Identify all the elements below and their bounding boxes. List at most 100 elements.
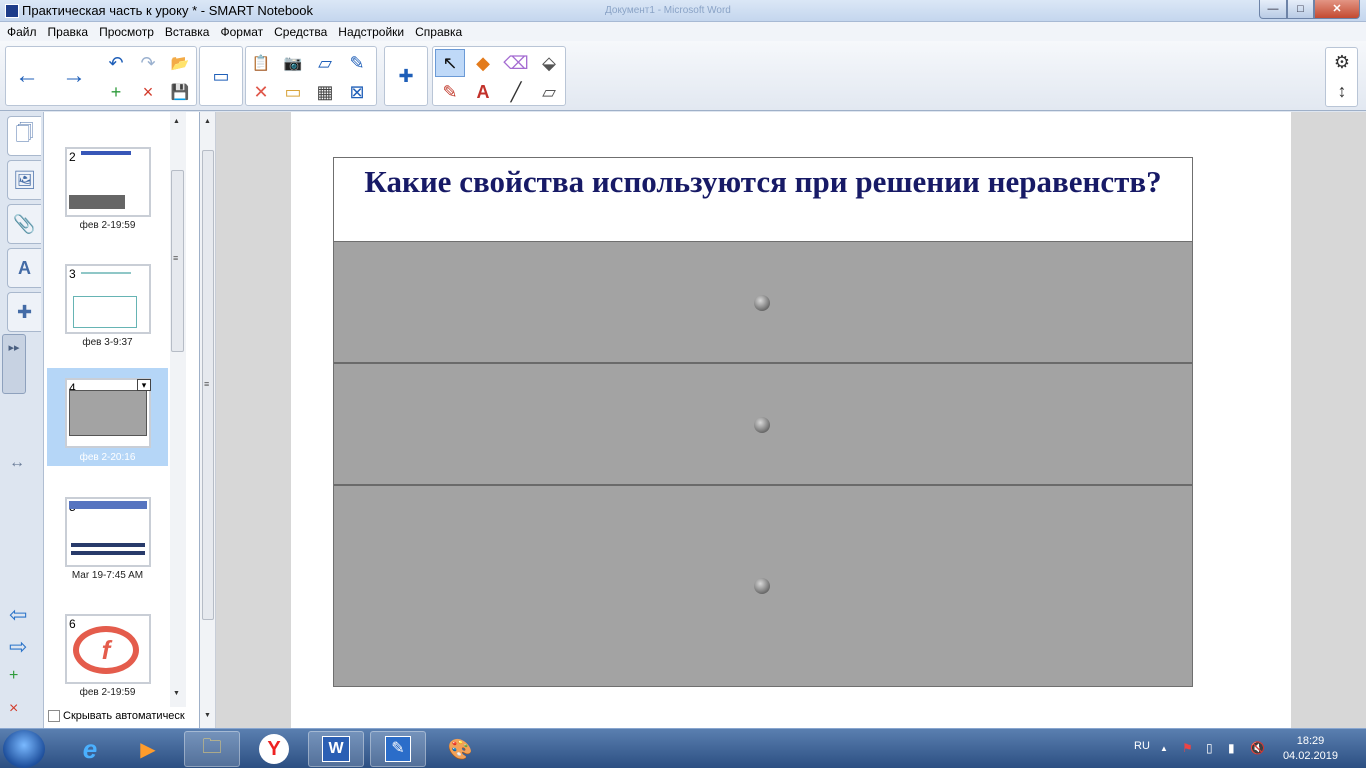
select-tool-button[interactable]: ↖ [435,49,465,77]
text-tool-button[interactable]: A [468,78,498,106]
panel-collapse-handle[interactable]: ▸▸ [2,334,26,394]
delete-button[interactable]: ✕ [246,78,276,106]
paste-button[interactable]: 📋 [246,49,276,77]
canvas-scrollbar-thumb[interactable]: ≡ [202,150,214,620]
clock[interactable]: 18:29 04.02.2019 [1283,734,1338,764]
canvas-scrollbar[interactable]: ▲ ≡ ▼ [200,112,216,728]
toolbar-move-icon[interactable]: ↕ [1327,77,1357,105]
file-explorer-icon[interactable]: 🗀 [184,731,240,767]
hidden-answer-row[interactable] [334,364,1192,486]
page-caption: фев 2-20:16 [79,452,136,463]
panel-resize-icon[interactable]: ↔ [9,454,25,472]
page-thumbnail[interactable]: 6 f фев 2-19:59 [47,609,168,709]
addons-tab-icon[interactable]: ✚ [7,292,41,332]
toolbar-group-tools: ↖ ◆ ⌫ ⬙ ✎ A ╱ ▱ [432,46,566,106]
screen-shade-button[interactable]: ▭ [206,62,236,90]
pull-tab-knob-icon[interactable] [754,417,770,433]
page-thumbnail[interactable]: 2 фев 2-19:59 [47,142,168,242]
open-file-button[interactable]: 📂 [165,49,195,77]
canvas-scroll-grip-icon: ≡ [204,379,210,389]
scroll-grip-icon: ≡ [173,253,179,263]
page-caption: Mar 19-7:45 AM [71,570,144,581]
eraser-tool-button[interactable]: ⌫ [501,49,531,77]
autohide-option[interactable]: Скрывать автоматическ [48,710,185,722]
page-thumbnail-selected[interactable]: 4 ▾ фев 2-20:16 [47,368,168,466]
menu-tools[interactable]: Средства [270,25,334,39]
redo-button[interactable]: ↷ [133,49,163,77]
page-thumbnail[interactable]: 5 Mar 19-7:45 AM [47,492,168,592]
clear-button[interactable]: ⊠ [342,78,372,106]
save-button[interactable]: 💾 [165,78,195,106]
previous-page-arrow-icon[interactable]: ⇦ [9,602,27,628]
language-indicator[interactable]: RU [1134,740,1150,752]
gallery-icon[interactable]: 🖼 [7,160,41,200]
attachments-icon[interactable]: 📎 [7,204,41,244]
recognize-button[interactable]: ✎ [342,49,372,77]
autohide-checkbox[interactable] [48,710,60,722]
paint-icon[interactable]: 🎨 [432,731,488,767]
forward-button[interactable]: → [59,62,89,90]
flag-icon[interactable]: ⚑ [1182,741,1193,755]
pens-tool-button[interactable]: ✎ [435,78,465,106]
menu-view[interactable]: Просмотр [95,25,161,39]
canvas-scroll-up-icon[interactable]: ▲ [204,118,211,125]
notebook-page[interactable]: Какие свойства используются при решении … [291,112,1291,728]
properties-icon[interactable]: A [7,248,41,288]
scanner-button[interactable]: ▱ [310,49,340,77]
next-page-arrow-icon[interactable]: ⇨ [9,634,27,660]
smart-notebook-taskbar-icon[interactable]: ✎ [385,736,411,762]
settings-icon[interactable]: ⚙ [1327,48,1357,76]
menu-edit[interactable]: Правка [44,25,96,39]
toolbar: ← → ↶ + ↷ × 📂 💾 ▭ 📋 📷 ▱ ✎ ✕ ▭ ▦ ⊠ ✚ ↖ ◆ … [0,41,1366,111]
page-number: 2 [69,150,76,164]
smart-notebook-icon [5,4,19,18]
shapes-tool-button[interactable]: ◆ [468,49,498,77]
page-sorter-scrollbar[interactable]: ▲ ≡ ▼ [170,112,186,707]
page-sorter-icon[interactable]: 🗍 [7,116,41,156]
hidden-answer-row[interactable] [334,486,1192,686]
canvas-scroll-down-icon[interactable]: ▼ [204,712,211,719]
scroll-down-icon[interactable]: ▼ [173,690,180,697]
maximize-button[interactable]: □ [1287,0,1314,19]
line-tool-button[interactable]: ╱ [501,78,531,106]
page-thumbnail[interactable]: 3 фев 3-9:37 [47,259,168,359]
menu-help[interactable]: Справка [411,25,469,39]
pull-tab-knob-icon[interactable] [754,578,770,594]
capture-button[interactable]: 📷 [278,49,308,77]
delete-page-button[interactable]: × [133,78,163,106]
volume-muted-icon[interactable]: 🔇 [1250,741,1265,755]
thumbnail-menu-icon[interactable]: ▾ [137,379,151,391]
screen-button[interactable]: ▭ [278,78,308,106]
microsoft-word-icon[interactable]: W [322,736,350,762]
page-caption: фев 2-19:59 [79,220,136,231]
delete-page-icon[interactable]: × [9,700,18,718]
undo-button[interactable]: ↶ [101,49,131,77]
background-window-title: Документ1 - Microsoft Word [605,5,731,16]
toolbar-group-addons: ✚ [384,46,428,106]
table-button[interactable]: ▦ [310,78,340,106]
add-page-button[interactable]: + [101,78,131,106]
minimize-button[interactable]: — [1259,0,1287,19]
menu-insert[interactable]: Вставка [161,25,217,39]
media-player-icon[interactable]: ▶ [120,731,176,767]
pull-tab-knob-icon[interactable] [754,295,770,311]
menu-addons[interactable]: Надстройки [334,25,411,39]
scroll-up-icon[interactable]: ▲ [173,118,180,125]
menu-file[interactable]: Файл [3,25,44,39]
battery-icon[interactable]: ▯ [1206,741,1213,755]
addon-button[interactable]: ✚ [391,62,421,90]
hidden-answer-row[interactable] [334,242,1192,364]
fill-tool-button[interactable]: ⬙ [534,49,564,77]
add-page-icon[interactable]: + [9,667,18,685]
internet-explorer-icon[interactable]: e [62,731,118,767]
slide-content: Какие свойства используются при решении … [333,157,1193,687]
network-icon[interactable]: ▮ [1228,741,1235,755]
yandex-browser-icon[interactable]: Y [259,734,289,764]
close-button[interactable]: ✕ [1314,0,1360,19]
menu-format[interactable]: Формат [216,25,270,39]
back-button[interactable]: ← [12,62,42,90]
scrollbar-thumb[interactable]: ≡ [171,170,184,352]
magic-pen-button[interactable]: ▱ [534,78,564,106]
show-hidden-icons-icon[interactable]: ▲ [1160,744,1168,753]
start-button[interactable] [3,730,45,768]
